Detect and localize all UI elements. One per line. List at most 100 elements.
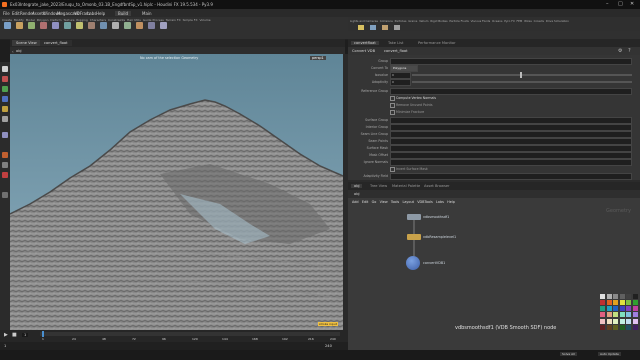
scale-tool-icon[interactable] bbox=[2, 96, 8, 102]
isovalue-slider[interactable] bbox=[412, 74, 632, 76]
param-field[interactable] bbox=[390, 145, 632, 152]
handle-tool-icon[interactable] bbox=[2, 106, 8, 112]
palette-swatch[interactable] bbox=[632, 306, 638, 312]
param-field[interactable] bbox=[390, 58, 632, 65]
shelf-tab[interactable]: Particles bbox=[395, 19, 407, 23]
param-field[interactable] bbox=[390, 152, 632, 159]
palette-swatch[interactable] bbox=[600, 324, 605, 330]
shelf-tab[interactable]: Grains bbox=[408, 19, 417, 23]
palette-swatch[interactable] bbox=[600, 306, 605, 312]
palette-swatch[interactable] bbox=[619, 294, 625, 299]
palette-swatch[interactable] bbox=[619, 306, 625, 312]
tab-node-name[interactable]: convert_float bbox=[40, 40, 72, 46]
tab-performance-monitor[interactable]: Performance Monitor bbox=[418, 41, 456, 45]
move-tool-icon[interactable] bbox=[2, 76, 8, 82]
param-field[interactable] bbox=[390, 88, 632, 95]
shelf-tab[interactable]: Lights and Cameras bbox=[350, 19, 378, 23]
palette-swatch[interactable] bbox=[613, 294, 618, 299]
maximize-button[interactable]: □ bbox=[618, 1, 623, 7]
shelf-tool-icon[interactable] bbox=[100, 22, 107, 29]
checkbox[interactable] bbox=[390, 103, 395, 108]
shelf-tool-icon[interactable] bbox=[64, 22, 71, 29]
shelf-tab[interactable]: Viscous Fluids bbox=[471, 19, 491, 23]
palette-swatch[interactable] bbox=[632, 312, 638, 318]
tab-material-palette[interactable]: Material Palette bbox=[392, 184, 420, 188]
shelf-tab[interactable]: Drive Simulation bbox=[546, 19, 569, 23]
palette-swatch[interactable] bbox=[606, 324, 612, 330]
palette-swatch[interactable] bbox=[632, 324, 638, 330]
tab-parameters[interactable]: convertfloat bbox=[351, 41, 379, 45]
shelf-tab[interactable]: Vellum bbox=[419, 19, 428, 23]
light-tool-icon[interactable] bbox=[358, 25, 364, 30]
magnet-icon[interactable] bbox=[2, 172, 8, 178]
camera-tool-icon[interactable] bbox=[370, 25, 376, 30]
palette-swatch[interactable] bbox=[606, 300, 612, 306]
minimize-button[interactable]: – bbox=[606, 1, 609, 7]
menu-edit[interactable]: Edit bbox=[12, 11, 20, 16]
palette-swatch[interactable] bbox=[619, 312, 625, 318]
node-vdbsmoothsdf1[interactable] bbox=[407, 214, 421, 220]
help-icon[interactable]: ? bbox=[628, 48, 631, 54]
color-palette[interactable] bbox=[600, 294, 638, 330]
palette-swatch[interactable] bbox=[632, 318, 638, 324]
shelf-tab[interactable]: Crowds bbox=[534, 19, 544, 23]
palette-swatch[interactable] bbox=[600, 300, 605, 306]
palette-swatch[interactable] bbox=[600, 312, 605, 318]
palette-swatch[interactable] bbox=[632, 300, 638, 306]
shelf-tab[interactable]: Pyro FX bbox=[504, 19, 515, 23]
tab-scene-view[interactable]: Scene View bbox=[12, 40, 41, 46]
palette-swatch[interactable] bbox=[632, 294, 638, 299]
slider-handle[interactable] bbox=[520, 72, 522, 78]
shelf-tool-icon[interactable] bbox=[112, 22, 119, 29]
tab-take-list[interactable]: Take List bbox=[388, 41, 403, 45]
menu-build[interactable]: Build bbox=[115, 10, 132, 16]
shelf-tab[interactable]: Volume bbox=[199, 18, 210, 22]
palette-swatch[interactable] bbox=[606, 318, 612, 324]
area-light-icon[interactable] bbox=[394, 25, 400, 30]
param-field[interactable] bbox=[390, 124, 632, 131]
shelf-tool-icon[interactable] bbox=[76, 22, 83, 29]
palette-swatch[interactable] bbox=[606, 306, 612, 312]
palette-swatch[interactable] bbox=[606, 294, 612, 299]
palette-swatch[interactable] bbox=[600, 294, 605, 299]
solve-all-button[interactable]: Solve All bbox=[560, 352, 577, 356]
palette-swatch[interactable] bbox=[626, 294, 631, 299]
checkbox[interactable] bbox=[390, 96, 395, 101]
tab-network-obj[interactable]: obj bbox=[351, 184, 363, 188]
palette-swatch[interactable] bbox=[606, 312, 612, 318]
shelf-tool-icon[interactable] bbox=[160, 22, 167, 29]
current-frame-field[interactable]: 1 bbox=[22, 333, 29, 337]
palette-swatch[interactable] bbox=[619, 324, 625, 330]
palette-swatch[interactable] bbox=[613, 324, 618, 330]
layer-icon[interactable] bbox=[2, 192, 8, 198]
palette-swatch[interactable] bbox=[613, 300, 618, 306]
param-field[interactable] bbox=[390, 159, 632, 166]
shelf-tool-icon[interactable] bbox=[16, 22, 23, 29]
play-button[interactable]: ▶ bbox=[4, 332, 8, 338]
camera-menu[interactable]: persp1 bbox=[310, 56, 326, 60]
snap-grid-icon[interactable] bbox=[2, 162, 8, 168]
network-path[interactable]: obj bbox=[354, 192, 359, 196]
select-tool-icon[interactable] bbox=[2, 66, 8, 72]
back-arrow-icon[interactable]: ‹ bbox=[12, 49, 14, 54]
start-frame[interactable]: 1 bbox=[4, 344, 6, 348]
adaptivity-field[interactable]: 0 bbox=[390, 79, 411, 86]
gear-icon[interactable]: ⚙ bbox=[618, 48, 622, 54]
shelf-tab[interactable]: Oceans bbox=[492, 19, 502, 23]
menu-main[interactable]: Main bbox=[142, 11, 152, 16]
shelf-tool-icon[interactable] bbox=[28, 22, 35, 29]
timeline-track[interactable] bbox=[40, 332, 340, 336]
node-vdbresamplelevel1[interactable] bbox=[407, 234, 421, 240]
stop-button[interactable]: ■ bbox=[12, 332, 17, 338]
shelf-tab[interactable]: Collisions bbox=[380, 19, 393, 23]
adaptivity-slider[interactable] bbox=[412, 81, 632, 83]
network-editor[interactable]: Add Edit Go View Tools Layout VDBTools L… bbox=[348, 198, 640, 350]
menu-file[interactable]: File bbox=[3, 11, 10, 16]
sphere-node-icon[interactable] bbox=[406, 256, 420, 270]
shelf-tab[interactable]: Wires bbox=[524, 19, 532, 23]
viewport-path[interactable]: obj bbox=[16, 49, 21, 53]
shelf-tool-icon[interactable] bbox=[88, 22, 95, 29]
param-field[interactable] bbox=[390, 138, 632, 145]
tab-asset-browser[interactable]: Asset Browser bbox=[424, 184, 450, 188]
menu-labs[interactable]: Labs bbox=[87, 11, 96, 16]
